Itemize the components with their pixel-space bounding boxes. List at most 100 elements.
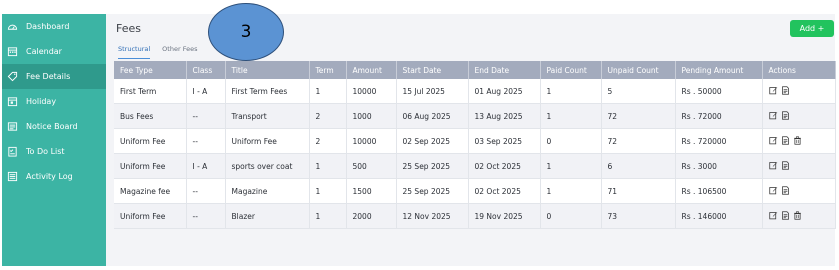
term-cell: 1 [309,153,347,179]
column-header: Paid Count [540,61,602,79]
end-date-cell: 13 Aug 2025 [468,103,541,129]
sidebar-item-label: Activity Log [26,172,73,181]
end-date-cell: 19 Nov 2025 [468,203,541,229]
class-cell: -- [186,203,226,229]
edit-icon[interactable] [768,186,778,197]
table-row: Bus Fees -- Transport 2 1000 06 Aug 2025 13 Au… [114,103,836,129]
tab-other-fees[interactable]: Other Fees [162,45,197,59]
title-cell: Blazer [225,203,310,229]
amount-cell: 500 [346,153,397,179]
edit-icon[interactable] [768,86,778,97]
unpaid-count-cell: 72 [601,128,676,154]
term-cell: 1 [309,203,347,229]
start-date-cell: 25 Sep 2025 [396,153,469,179]
unpaid-count-cell: 71 [601,178,676,204]
table-header-row: Fee Type Class Title Term Amount Start D… [114,61,836,79]
receipt-icon[interactable] [781,160,790,172]
term-cell: 1 [309,79,347,104]
fee-type-cell: First Term [114,79,187,104]
pending-amount-cell: Rs . 106500 [675,178,763,204]
add-fee-button[interactable]: Add + [790,20,834,37]
actions-cell [762,79,836,104]
term-cell: 1 [309,178,347,204]
column-header: Actions [762,61,836,79]
unpaid-count-cell: 5 [601,79,676,104]
class-cell: -- [186,128,226,154]
receipt-icon[interactable] [781,185,790,197]
column-header: Title [225,61,310,79]
receipt-icon[interactable] [781,135,790,147]
edit-icon[interactable] [768,136,778,147]
unpaid-count-cell: 73 [601,203,676,229]
class-cell: I - A [186,153,226,179]
amount-cell: 1000 [346,103,397,129]
sidebar-item-fee-details[interactable]: Fee Details [2,64,106,89]
paid-count-cell: 1 [540,103,602,129]
column-header: Amount [346,61,397,79]
sidebar: Dashboard Calendar Fee Details Holiday N… [2,14,106,266]
calendar-icon [7,46,18,57]
tab-structural[interactable]: Structural [118,45,151,59]
sidebar-item-holiday[interactable]: Holiday [2,89,106,114]
term-cell: 2 [309,103,347,129]
class-cell: -- [186,103,226,129]
trash-icon[interactable] [793,210,802,222]
receipt-icon[interactable] [781,110,790,122]
start-date-cell: 25 Sep 2025 [396,178,469,204]
column-header: Unpaid Count [601,61,676,79]
amount-cell: 1500 [346,178,397,204]
actions-cell [762,203,836,229]
paid-count-cell: 1 [540,153,602,179]
sidebar-item-notice-board[interactable]: Notice Board [2,114,106,139]
end-date-cell: 03 Sep 2025 [468,128,541,154]
paid-count-cell: 0 [540,128,602,154]
edit-icon[interactable] [768,211,778,222]
end-date-cell: 01 Aug 2025 [468,79,541,104]
table-row: Magazine fee -- Magazine 1 1500 25 Sep 2025 02… [114,178,836,204]
fee-tabs: Structural Other Fees [118,45,209,59]
start-date-cell: 02 Sep 2025 [396,128,469,154]
column-header: End Date [468,61,541,79]
log-icon [7,171,18,182]
pending-amount-cell: Rs . 3000 [675,153,763,179]
receipt-icon[interactable] [781,210,790,222]
unpaid-count-cell: 72 [601,103,676,129]
edit-icon[interactable] [768,111,778,122]
amount-cell: 2000 [346,203,397,229]
title-cell: Transport [225,103,310,129]
sidebar-item-calendar[interactable]: Calendar [2,39,106,64]
tag-icon [7,71,18,82]
sidebar-item-to-do-list[interactable]: To Do List [2,139,106,164]
edit-icon[interactable] [768,161,778,172]
pending-amount-cell: Rs . 146000 [675,203,763,229]
start-date-cell: 12 Nov 2025 [396,203,469,229]
receipt-icon[interactable] [781,85,790,97]
sidebar-item-label: Dashboard [26,22,70,31]
actions-cell [762,128,836,154]
table-row: Uniform Fee -- Blazer 1 2000 12 Nov 2025 19 No… [114,203,836,229]
fee-type-cell: Uniform Fee [114,153,187,179]
sidebar-item-dashboard[interactable]: Dashboard [2,14,106,39]
calendar-day-icon [7,96,18,107]
class-cell: -- [186,178,226,204]
table-row: Uniform Fee -- Uniform Fee 2 10000 02 Sep 202… [114,128,836,154]
sidebar-item-activity-log[interactable]: Activity Log [2,164,106,189]
column-header: Pending Amount [675,61,763,79]
checklist-icon [7,146,18,157]
trash-icon[interactable] [793,135,802,147]
start-date-cell: 06 Aug 2025 [396,103,469,129]
title-cell: First Term Fees [225,79,310,104]
table-row: First Term I - A First Term Fees 1 10000 15 J… [114,79,836,104]
fee-type-cell: Magazine fee [114,178,187,204]
title-cell: Uniform Fee [225,128,310,154]
pending-amount-cell: Rs . 720000 [675,128,763,154]
fee-type-cell: Uniform Fee [114,128,187,154]
sidebar-item-label: Holiday [26,97,57,106]
actions-cell [762,103,836,129]
column-header: Term [309,61,347,79]
notice-board-icon [7,121,18,132]
fee-type-cell: Bus Fees [114,103,187,129]
dashboard-icon [7,21,18,32]
sidebar-item-label: To Do List [26,147,65,156]
actions-cell [762,153,836,179]
